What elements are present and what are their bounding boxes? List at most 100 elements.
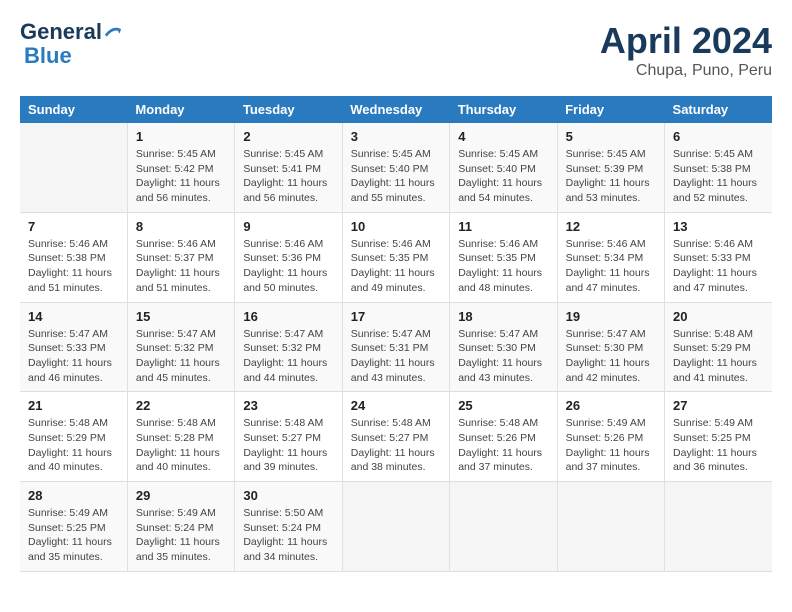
calendar-table: SundayMondayTuesdayWednesdayThursdayFrid… — [20, 96, 772, 572]
calendar-cell: 23Sunrise: 5:48 AM Sunset: 5:27 PM Dayli… — [235, 392, 342, 482]
calendar-cell — [20, 123, 127, 212]
calendar-cell: 18 Sunrise: 5:47 AM Sunset: 5:30 PM Dayli… — [450, 302, 557, 392]
week-row-4: 21 Sunrise: 5:48 AM Sunset: 5:29 PM Dayli… — [20, 392, 772, 482]
page-header: General Blue April 2024 Chupa, Puno, Per… — [20, 20, 772, 80]
day-info: Sunrise: 5:48 AM Sunset: 5:29 PM Dayligh… — [673, 327, 764, 386]
day-info: Sunrise: 5:45 AM Sunset: 5:42 PM Dayligh… — [136, 147, 226, 206]
weekday-header-wednesday: Wednesday — [342, 96, 449, 123]
day-number: 20 — [673, 309, 764, 324]
calendar-cell — [665, 482, 772, 572]
calendar-cell: 3 Sunrise: 5:45 AM Sunset: 5:40 PM Daylig… — [342, 123, 449, 212]
day-info: Sunrise: 5:48 AM Sunset: 5:28 PM Dayligh… — [136, 416, 226, 475]
day-info: Sunrise: 5:45 AM Sunset: 5:40 PM Dayligh… — [458, 147, 548, 206]
day-number: 11 — [458, 219, 548, 234]
calendar-cell: 2Sunrise: 5:45 AM Sunset: 5:41 PM Daylig… — [235, 123, 342, 212]
calendar-cell: 24 Sunrise: 5:48 AM Sunset: 5:27 PM Dayli… — [342, 392, 449, 482]
day-info: Sunrise: 5:45 AM Sunset: 5:39 PM Dayligh… — [566, 147, 656, 206]
day-number: 14 — [28, 309, 119, 324]
calendar-cell: 16Sunrise: 5:47 AM Sunset: 5:32 PM Dayli… — [235, 302, 342, 392]
day-number: 30 — [243, 488, 333, 503]
calendar-cell: 20 Sunrise: 5:48 AM Sunset: 5:29 PM Dayli… — [665, 302, 772, 392]
day-number: 22 — [136, 398, 226, 413]
day-info: Sunrise: 5:46 AM Sunset: 5:38 PM Dayligh… — [28, 237, 119, 296]
logo: General Blue — [20, 20, 122, 68]
day-info: Sunrise: 5:47 AM Sunset: 5:32 PM Dayligh… — [136, 327, 226, 386]
day-number: 19 — [566, 309, 656, 324]
day-number: 15 — [136, 309, 226, 324]
day-info: Sunrise: 5:45 AM Sunset: 5:38 PM Dayligh… — [673, 147, 764, 206]
weekday-header-monday: Monday — [127, 96, 234, 123]
day-number: 29 — [136, 488, 226, 503]
day-number: 8 — [136, 219, 226, 234]
calendar-cell: 5 Sunrise: 5:45 AM Sunset: 5:39 PM Daylig… — [557, 123, 664, 212]
calendar-cell: 6 Sunrise: 5:45 AM Sunset: 5:38 PM Daylig… — [665, 123, 772, 212]
day-info: Sunrise: 5:45 AM Sunset: 5:41 PM Dayligh… — [243, 147, 333, 206]
day-number: 3 — [351, 129, 441, 144]
calendar-cell: 26 Sunrise: 5:49 AM Sunset: 5:26 PM Dayli… — [557, 392, 664, 482]
calendar-cell: 15 Sunrise: 5:47 AM Sunset: 5:32 PM Dayli… — [127, 302, 234, 392]
day-number: 6 — [673, 129, 764, 144]
location: Chupa, Puno, Peru — [600, 62, 772, 80]
calendar-cell — [450, 482, 557, 572]
calendar-cell: 9Sunrise: 5:46 AM Sunset: 5:36 PM Daylig… — [235, 212, 342, 302]
calendar-cell: 21 Sunrise: 5:48 AM Sunset: 5:29 PM Dayli… — [20, 392, 127, 482]
calendar-cell: 25Sunrise: 5:48 AM Sunset: 5:26 PM Dayli… — [450, 392, 557, 482]
day-info: Sunrise: 5:47 AM Sunset: 5:30 PM Dayligh… — [458, 327, 548, 386]
day-info: Sunrise: 5:47 AM Sunset: 5:31 PM Dayligh… — [351, 327, 441, 386]
month-title: April 2024 — [600, 20, 772, 62]
calendar-cell — [342, 482, 449, 572]
day-info: Sunrise: 5:49 AM Sunset: 5:25 PM Dayligh… — [673, 416, 764, 475]
calendar-cell: 1 Sunrise: 5:45 AM Sunset: 5:42 PM Daylig… — [127, 123, 234, 212]
day-info: Sunrise: 5:47 AM Sunset: 5:33 PM Dayligh… — [28, 327, 119, 386]
calendar-cell: 10 Sunrise: 5:46 AM Sunset: 5:35 PM Dayli… — [342, 212, 449, 302]
day-number: 27 — [673, 398, 764, 413]
logo-icon — [104, 23, 122, 41]
day-info: Sunrise: 5:49 AM Sunset: 5:25 PM Dayligh… — [28, 506, 119, 565]
day-number: 9 — [243, 219, 333, 234]
logo-general: General — [20, 20, 102, 44]
day-number: 24 — [351, 398, 441, 413]
day-info: Sunrise: 5:46 AM Sunset: 5:35 PM Dayligh… — [458, 237, 548, 296]
calendar-cell: 22 Sunrise: 5:48 AM Sunset: 5:28 PM Dayli… — [127, 392, 234, 482]
title-block: April 2024 Chupa, Puno, Peru — [600, 20, 772, 80]
calendar-cell: 4Sunrise: 5:45 AM Sunset: 5:40 PM Daylig… — [450, 123, 557, 212]
day-number: 1 — [136, 129, 226, 144]
calendar-cell: 7 Sunrise: 5:46 AM Sunset: 5:38 PM Daylig… — [20, 212, 127, 302]
day-number: 13 — [673, 219, 764, 234]
week-row-3: 14 Sunrise: 5:47 AM Sunset: 5:33 PM Dayli… — [20, 302, 772, 392]
day-info: Sunrise: 5:48 AM Sunset: 5:27 PM Dayligh… — [351, 416, 441, 475]
day-info: Sunrise: 5:47 AM Sunset: 5:30 PM Dayligh… — [566, 327, 656, 386]
calendar-cell: 11 Sunrise: 5:46 AM Sunset: 5:35 PM Dayli… — [450, 212, 557, 302]
day-info: Sunrise: 5:48 AM Sunset: 5:26 PM Dayligh… — [458, 416, 548, 475]
calendar-cell: 19 Sunrise: 5:47 AM Sunset: 5:30 PM Dayli… — [557, 302, 664, 392]
day-info: Sunrise: 5:48 AM Sunset: 5:29 PM Dayligh… — [28, 416, 119, 475]
day-info: Sunrise: 5:46 AM Sunset: 5:35 PM Dayligh… — [351, 237, 441, 296]
day-number: 17 — [351, 309, 441, 324]
calendar-cell: 12Sunrise: 5:46 AM Sunset: 5:34 PM Dayli… — [557, 212, 664, 302]
day-number: 28 — [28, 488, 119, 503]
day-number: 7 — [28, 219, 119, 234]
day-info: Sunrise: 5:46 AM Sunset: 5:33 PM Dayligh… — [673, 237, 764, 296]
weekday-header-saturday: Saturday — [665, 96, 772, 123]
calendar-cell: 29Sunrise: 5:49 AM Sunset: 5:24 PM Dayli… — [127, 482, 234, 572]
day-info: Sunrise: 5:47 AM Sunset: 5:32 PM Dayligh… — [243, 327, 333, 386]
calendar-cell: 28 Sunrise: 5:49 AM Sunset: 5:25 PM Dayli… — [20, 482, 127, 572]
weekday-header-thursday: Thursday — [450, 96, 557, 123]
calendar-cell: 17 Sunrise: 5:47 AM Sunset: 5:31 PM Dayli… — [342, 302, 449, 392]
weekday-header-sunday: Sunday — [20, 96, 127, 123]
day-number: 18 — [458, 309, 548, 324]
day-info: Sunrise: 5:45 AM Sunset: 5:40 PM Dayligh… — [351, 147, 441, 206]
weekday-header-row: SundayMondayTuesdayWednesdayThursdayFrid… — [20, 96, 772, 123]
day-number: 10 — [351, 219, 441, 234]
day-info: Sunrise: 5:49 AM Sunset: 5:26 PM Dayligh… — [566, 416, 656, 475]
day-number: 26 — [566, 398, 656, 413]
day-number: 21 — [28, 398, 119, 413]
day-info: Sunrise: 5:46 AM Sunset: 5:34 PM Dayligh… — [566, 237, 656, 296]
calendar-cell: 13 Sunrise: 5:46 AM Sunset: 5:33 PM Dayli… — [665, 212, 772, 302]
logo-blue: Blue — [24, 44, 72, 68]
week-row-2: 7 Sunrise: 5:46 AM Sunset: 5:38 PM Daylig… — [20, 212, 772, 302]
day-number: 5 — [566, 129, 656, 144]
day-number: 23 — [243, 398, 333, 413]
weekday-header-tuesday: Tuesday — [235, 96, 342, 123]
week-row-5: 28 Sunrise: 5:49 AM Sunset: 5:25 PM Dayli… — [20, 482, 772, 572]
